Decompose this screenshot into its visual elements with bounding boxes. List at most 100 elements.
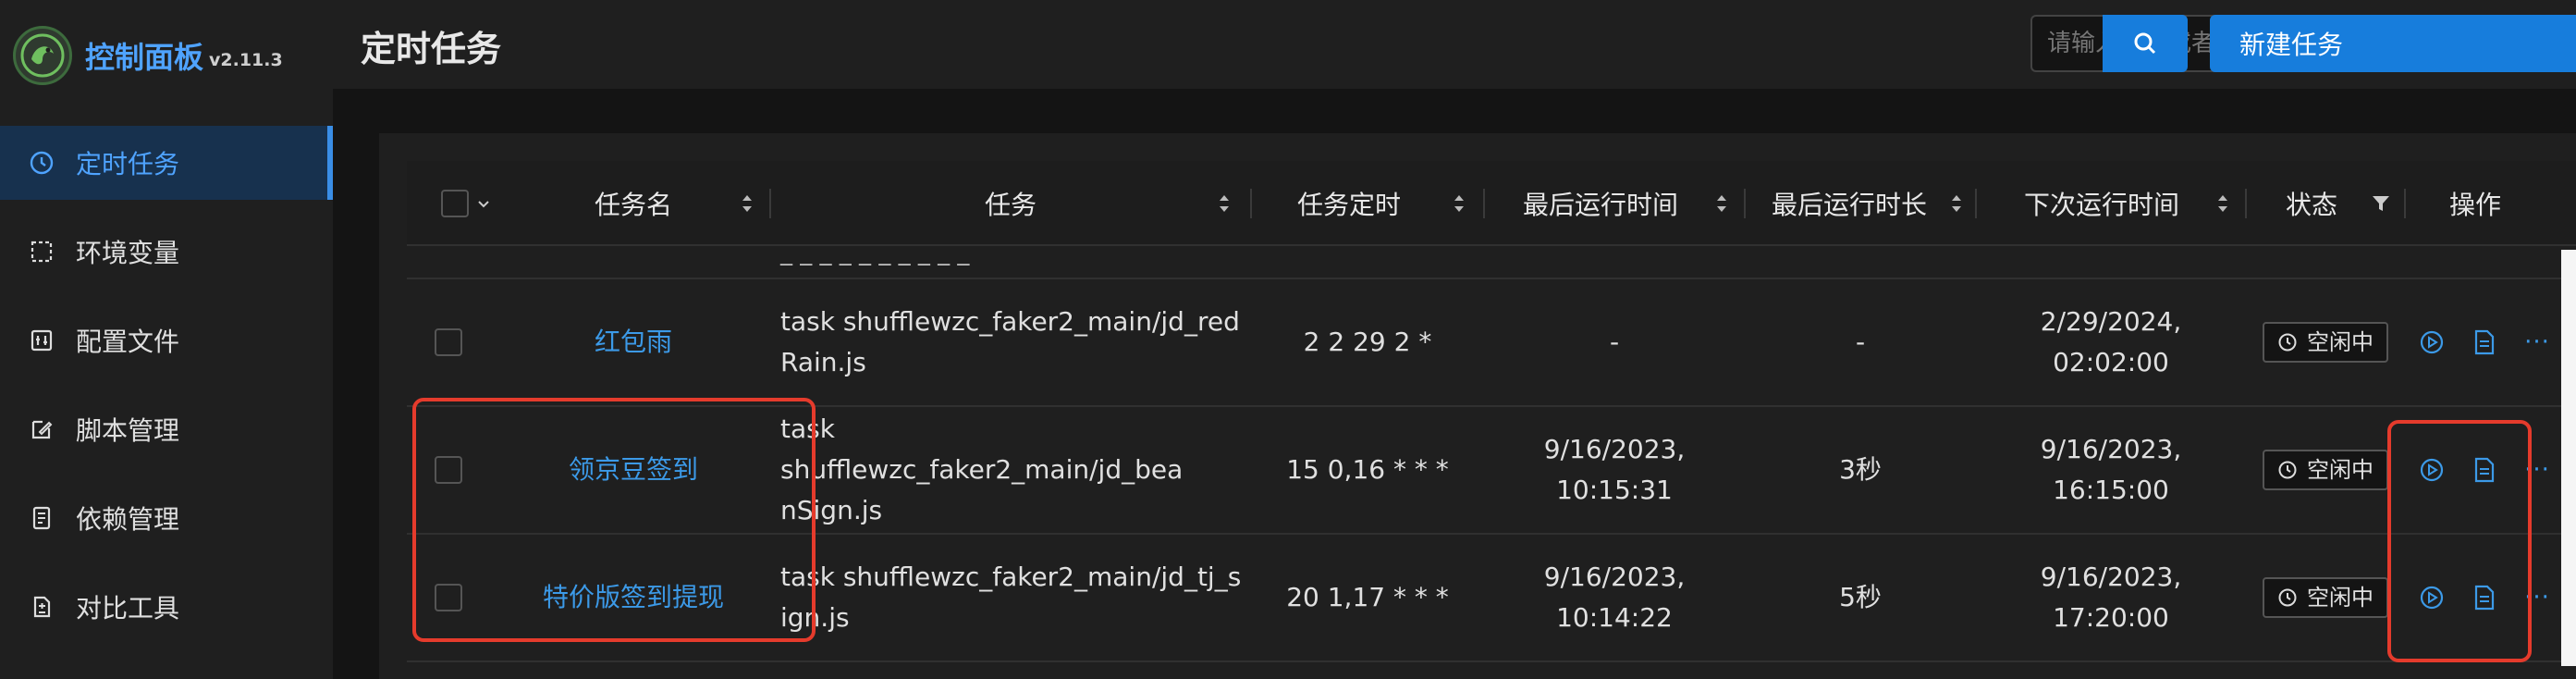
sidebar-item-deps[interactable]: 依赖管理 <box>0 481 333 555</box>
clock-icon <box>2278 461 2297 479</box>
task-command-line1: task shufflewzc_faker2_main/jd_tj_s <box>780 562 1242 592</box>
sidebar-item-label: 脚本管理 <box>76 415 180 446</box>
filter-icon[interactable] <box>2371 193 2391 214</box>
next-run-line2: 17:20:00 <box>2053 602 2169 633</box>
schedule-cell: 2 2 29 2 * <box>1303 327 1432 357</box>
column-header-task[interactable]: 任务 <box>771 161 1250 246</box>
task-command-cell: task shufflewzc_faker2_main/jd_tj_s ign.j… <box>780 535 1243 660</box>
scrollbar[interactable] <box>2561 250 2576 666</box>
sidebar-item-env[interactable]: 环境变量 <box>0 215 333 289</box>
actions-cell: ··· <box>2415 279 2554 405</box>
sort-icon[interactable] <box>2215 191 2230 216</box>
column-header-actions: 操作 <box>2448 190 2501 220</box>
sidebar-item-scripts[interactable]: 脚本管理 <box>0 392 333 466</box>
next-run-cell: 9/16/2023, 16:15:00 <box>1977 407 2245 533</box>
page-title: 定时任务 <box>361 29 502 69</box>
last-run-cell: 9/16/2023, 10:14:22 <box>1485 535 1744 660</box>
sidebar-item-label: 定时任务 <box>76 149 180 179</box>
clock-icon <box>2278 588 2297 607</box>
column-header-last-run[interactable]: 最后运行时间 <box>1485 161 1744 246</box>
last-run-line1: 9/16/2023, <box>1543 434 1686 464</box>
dragon-logo-icon <box>13 26 72 85</box>
status-badge: 空闲中 <box>2263 450 2388 490</box>
last-run-line2: 10:15:31 <box>1556 475 1673 505</box>
next-run-line1: 2/29/2024, <box>2040 306 2182 337</box>
clock-icon <box>2278 333 2297 352</box>
table-row: 红包雨 task shufflewzc_faker2_main/jd_red Ra… <box>407 279 2576 407</box>
task-command-cell: task shufflewzc_faker2_main/jd_bea nSign.… <box>780 407 1243 533</box>
diff-icon <box>28 593 55 621</box>
status-cell: 空闲中 <box>2247 279 2404 405</box>
config-icon <box>28 327 55 354</box>
next-run-line2: 02:02:00 <box>2053 347 2169 377</box>
sidebar-item-config[interactable]: 配置文件 <box>0 303 333 377</box>
next-run-line1: 9/16/2023, <box>2040 434 2182 464</box>
last-run-line1: - <box>1609 327 1620 357</box>
variable-icon <box>28 238 55 265</box>
dependency-icon <box>28 504 55 532</box>
column-header-duration[interactable]: 最后运行时长 <box>1746 161 1975 246</box>
task-command-line2: nSign.js <box>780 495 883 525</box>
app-name: 控制面板 <box>85 40 204 75</box>
table-header: 任务名 任务 任务定时 最后运行时间 最后运行时长 下次运行时间 状态 操作 <box>407 161 2576 246</box>
sidebar-item-label: 依赖管理 <box>76 504 180 535</box>
task-name-cell: 红包雨 <box>499 279 767 405</box>
sidebar-nav: 定时任务 环境变量 配置文件 脚本管理 依赖管理 对比工具 <box>0 126 333 659</box>
task-command-line1: task shufflewzc_faker2_main/jd_red <box>780 306 1240 337</box>
last-run-cell: 9/16/2023, 10:15:31 <box>1485 407 1744 533</box>
sidebar-item-diff[interactable]: 对比工具 <box>0 570 333 644</box>
next-run-line2: 16:15:00 <box>2053 475 2169 505</box>
status-badge: 空闲中 <box>2263 577 2388 618</box>
header: 定时任务 新建任务 <box>333 0 2576 89</box>
row-checkbox[interactable] <box>435 328 462 356</box>
logo[interactable]: 控制面板 v2.11.3 <box>13 26 283 85</box>
log-icon[interactable] <box>2472 329 2496 355</box>
column-header-next-run[interactable]: 下次运行时间 <box>1977 161 2245 246</box>
next-run-line1: 9/16/2023, <box>2040 562 2182 592</box>
last-run-line2: 10:14:22 <box>1556 602 1673 633</box>
search-button[interactable] <box>2103 15 2188 72</box>
sidebar: 控制面板 v2.11.3 定时任务 环境变量 配置文件 脚本管理 依赖管理 对比… <box>0 0 333 679</box>
task-command-line2: ign.js <box>780 602 850 633</box>
edit-icon <box>28 415 55 443</box>
sort-icon[interactable] <box>740 191 754 216</box>
sidebar-item-cron[interactable]: 定时任务 <box>0 126 333 200</box>
status-cell: 空闲中 <box>2247 535 2404 660</box>
task-command-cell: task shufflewzc_faker2_main/jd_red Rain.j… <box>780 279 1243 405</box>
row-select[interactable] <box>435 279 472 405</box>
clock-icon <box>28 149 55 177</box>
next-run-cell: 9/16/2023, 17:20:00 <box>1977 535 2245 660</box>
new-task-button[interactable]: 新建任务 <box>2210 15 2576 72</box>
select-all[interactable] <box>435 161 499 246</box>
status-cell: 空闲中 <box>2247 407 2404 533</box>
sort-icon[interactable] <box>1452 191 1466 216</box>
duration-cell: - <box>1855 327 1866 357</box>
duration-cell: 3秒 <box>1839 454 1882 485</box>
column-header-status[interactable]: 状态 <box>2247 161 2404 246</box>
more-options-button[interactable]: ··· <box>2524 322 2550 363</box>
status-badge: 空闲中 <box>2263 322 2388 363</box>
schedule-cell: 20 1,17 * * * <box>1286 582 1449 612</box>
column-header-schedule[interactable]: 任务定时 <box>1252 161 1483 246</box>
highlight-box-task-names <box>412 398 816 642</box>
sort-icon[interactable] <box>1949 191 1964 216</box>
app-version: v2.11.3 <box>209 50 283 70</box>
sort-icon[interactable] <box>1714 191 1729 216</box>
last-run-cell: - <box>1485 279 1744 405</box>
task-name-link[interactable]: 红包雨 <box>595 322 672 363</box>
last-run-line1: 9/16/2023, <box>1543 562 1686 592</box>
column-header-name[interactable]: 任务名 <box>499 161 767 246</box>
sidebar-item-label: 环境变量 <box>76 238 180 268</box>
highlight-box-actions <box>2387 420 2532 662</box>
select-all-checkbox[interactable] <box>441 190 469 217</box>
table-row-partial: _ _ _ _ _ _ _ _ _ _ <box>407 239 2576 279</box>
sort-icon[interactable] <box>1217 191 1232 216</box>
run-icon[interactable] <box>2419 329 2445 355</box>
next-run-cell: 2/29/2024, 02:02:00 <box>1977 279 2245 405</box>
duration-cell: 5秒 <box>1839 582 1882 612</box>
sidebar-item-label: 配置文件 <box>76 327 180 357</box>
search-icon <box>2134 32 2156 55</box>
task-command-line1: task shufflewzc_faker2_main/jd_bea <box>780 414 1184 485</box>
task-command-line2: Rain.js <box>780 347 866 377</box>
schedule-cell: 15 0,16 * * * <box>1286 454 1449 485</box>
